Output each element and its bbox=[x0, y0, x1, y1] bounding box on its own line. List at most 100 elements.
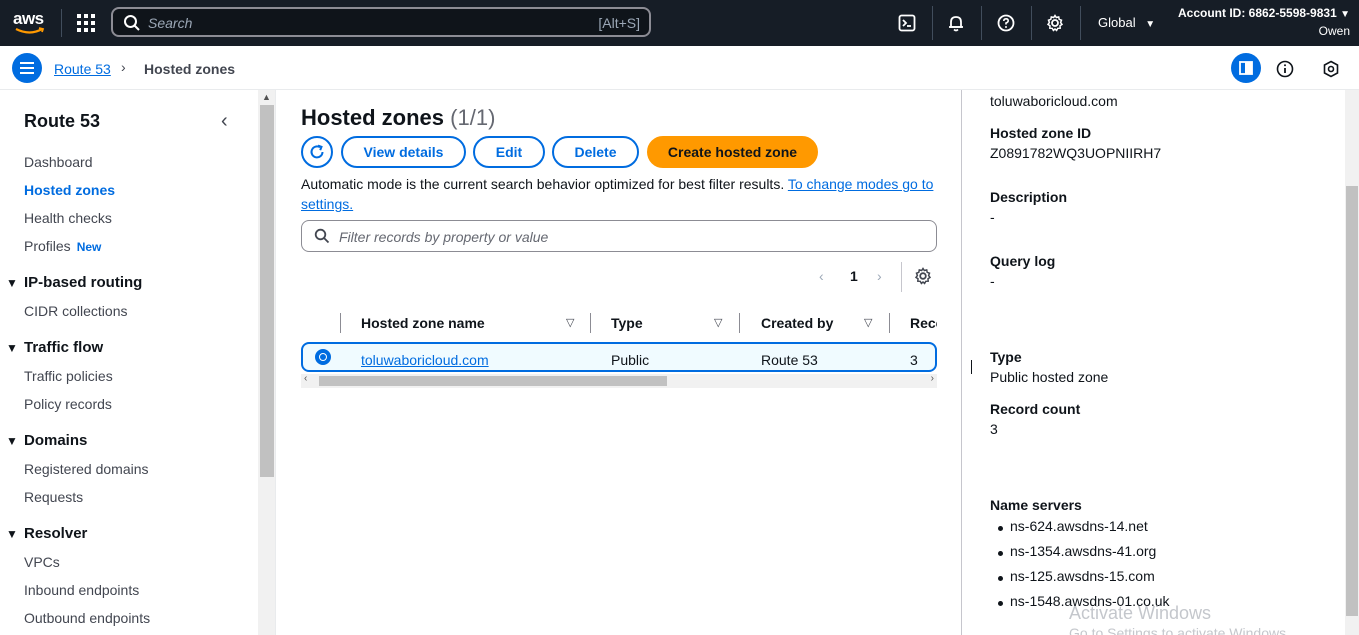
sidebar-section-ip-routing[interactable]: ▼ IP-based routing bbox=[6, 274, 142, 291]
next-page-icon[interactable]: › bbox=[877, 268, 882, 284]
settings-icon[interactable] bbox=[1044, 12, 1066, 34]
security-hub-icon[interactable] bbox=[1316, 56, 1346, 82]
sidebar-item-policy-records[interactable]: Policy records bbox=[24, 396, 112, 412]
help-icon[interactable] bbox=[995, 12, 1017, 34]
divider bbox=[901, 262, 902, 292]
caret-down-icon: ▼ bbox=[6, 276, 18, 290]
page-title-text: Hosted zones bbox=[301, 105, 445, 130]
sidebar-item-registered-domains[interactable]: Registered domains bbox=[24, 461, 149, 477]
column-header-name[interactable]: Hosted zone name bbox=[361, 315, 485, 331]
list-item: ns-624.awsdns-14.net bbox=[990, 518, 1170, 543]
split-panel-icon[interactable] bbox=[1231, 53, 1261, 83]
refresh-icon bbox=[310, 144, 324, 159]
breadcrumb-current: Hosted zones bbox=[144, 61, 236, 77]
page-title: Hosted zones (1/1) bbox=[301, 105, 495, 131]
sidebar-item-outbound-endpoints[interactable]: Outbound endpoints bbox=[24, 610, 150, 626]
refresh-button[interactable] bbox=[301, 136, 333, 168]
services-grid-icon[interactable] bbox=[77, 14, 95, 32]
row-select-radio[interactable] bbox=[315, 349, 331, 365]
name-servers-label: Name servers bbox=[990, 497, 1082, 513]
column-header-type[interactable]: Type bbox=[611, 315, 643, 331]
notifications-icon[interactable] bbox=[945, 12, 967, 34]
details-scrollbar[interactable] bbox=[1345, 90, 1359, 635]
new-badge: New bbox=[76, 240, 102, 254]
aws-logo[interactable]: aws bbox=[12, 9, 48, 37]
cell-created-by: Route 53 bbox=[761, 352, 818, 368]
column-header-record-count[interactable]: Reco bbox=[910, 315, 937, 331]
scroll-up-icon[interactable]: ▲ bbox=[262, 92, 271, 102]
previous-page-icon[interactable]: ‹ bbox=[819, 268, 824, 284]
list-item: ns-1354.awsdns-41.org bbox=[990, 543, 1170, 568]
column-divider bbox=[590, 313, 591, 333]
close-sidebar-icon[interactable]: ‹ bbox=[221, 110, 228, 133]
divider bbox=[932, 6, 933, 40]
filter-placeholder: Filter records by property or value bbox=[339, 229, 549, 245]
watermark-line-1: Activate Windows bbox=[1069, 603, 1212, 623]
create-hosted-zone-button[interactable]: Create hosted zone bbox=[647, 136, 818, 168]
column-header-created-by[interactable]: Created by bbox=[761, 315, 833, 331]
cloudshell-icon[interactable] bbox=[896, 12, 918, 34]
sidebar-item-cidr-collections[interactable]: CIDR collections bbox=[24, 303, 127, 319]
sidebar-section-resolver[interactable]: ▼ Resolver bbox=[6, 525, 87, 542]
sidebar-item-traffic-policies[interactable]: Traffic policies bbox=[24, 368, 113, 384]
sidebar-item-profiles[interactable]: Profiles New bbox=[24, 238, 101, 254]
caret-down-icon: ▼ bbox=[1145, 19, 1156, 30]
page-number[interactable]: 1 bbox=[850, 268, 858, 284]
sidebar-navigation: Route 53 ‹ Dashboard Hosted zones Health… bbox=[0, 90, 258, 635]
breadcrumb-bar: Route 53 › Hosted zones bbox=[0, 46, 1359, 90]
sort-icon[interactable]: ▽ bbox=[864, 316, 872, 329]
hosted-zone-name-link[interactable]: toluwaboricloud.com bbox=[361, 352, 489, 368]
sidebar-item-health-checks[interactable]: Health checks bbox=[24, 210, 112, 226]
scroll-right-icon[interactable]: › bbox=[931, 373, 934, 384]
query-log-value: - bbox=[990, 273, 995, 289]
sidebar-item-hosted-zones[interactable]: Hosted zones bbox=[24, 182, 115, 198]
sidebar-section-domains[interactable]: ▼ Domains bbox=[6, 432, 87, 449]
sidebar-title: Route 53 bbox=[24, 111, 101, 131]
section-label: Resolver bbox=[24, 525, 88, 542]
sidebar-item-dashboard[interactable]: Dashboard bbox=[24, 154, 93, 170]
cell-type: Public bbox=[611, 352, 650, 368]
sidebar-item-requests[interactable]: Requests bbox=[24, 489, 83, 505]
scrollbar-thumb[interactable] bbox=[260, 105, 274, 477]
edit-button[interactable]: Edit bbox=[473, 136, 545, 168]
hosted-zone-details-panel: toluwaboricloud.com Hosted zone ID Z0891… bbox=[990, 90, 1330, 635]
user-name: Owen bbox=[1318, 24, 1350, 38]
nav-menu-button[interactable] bbox=[12, 53, 42, 83]
section-label: Domains bbox=[24, 432, 88, 449]
region-label: Global bbox=[1098, 15, 1136, 30]
filter-records-input[interactable]: Filter records by property or value bbox=[301, 220, 937, 252]
section-label: Traffic flow bbox=[24, 339, 104, 356]
sidebar-section-traffic-flow[interactable]: ▼ Traffic flow bbox=[6, 339, 103, 356]
sidebar-scrollbar[interactable]: ▲ bbox=[258, 90, 276, 635]
selection-count: (1/1) bbox=[450, 105, 496, 130]
description-label: Description bbox=[990, 189, 1068, 205]
table-row[interactable]: toluwaboricloud.com Public Route 53 3 bbox=[301, 342, 937, 372]
table-horizontal-scrollbar[interactable]: ‹ › bbox=[301, 373, 937, 388]
breadcrumb-route53-link[interactable]: Route 53 bbox=[54, 61, 111, 77]
sidebar-item-inbound-endpoints[interactable]: Inbound endpoints bbox=[24, 582, 139, 598]
view-details-button[interactable]: View details bbox=[341, 136, 466, 168]
chevron-right-icon: › bbox=[121, 59, 126, 75]
split-panel-divider[interactable] bbox=[961, 90, 962, 635]
caret-down-icon: ▼ bbox=[1340, 9, 1350, 20]
main-content: Hosted zones (1/1) View details Edit Del… bbox=[277, 90, 961, 635]
description-value: - bbox=[990, 209, 995, 225]
scroll-left-icon[interactable]: ‹ bbox=[304, 373, 307, 384]
info-icon[interactable] bbox=[1270, 56, 1300, 82]
search-icon bbox=[314, 228, 330, 244]
global-search-input[interactable]: Search [Alt+S] bbox=[111, 7, 651, 37]
sidebar-item-vpcs[interactable]: VPCs bbox=[24, 554, 60, 570]
sort-icon[interactable]: ▽ bbox=[566, 316, 574, 329]
divider bbox=[1031, 6, 1032, 40]
delete-button[interactable]: Delete bbox=[552, 136, 639, 168]
scrollbar-thumb[interactable] bbox=[319, 376, 667, 386]
divider bbox=[1080, 6, 1081, 40]
account-menu[interactable]: Account ID: 6862-5598-9831 ▼ Owen bbox=[1178, 5, 1350, 40]
aws-smile-icon bbox=[15, 27, 45, 34]
column-divider bbox=[889, 313, 890, 333]
search-placeholder: Search bbox=[148, 15, 193, 31]
scrollbar-thumb[interactable] bbox=[1346, 186, 1358, 616]
table-settings-icon[interactable] bbox=[914, 267, 932, 288]
sort-icon[interactable]: ▽ bbox=[714, 316, 722, 329]
region-selector[interactable]: Global ▼ bbox=[1098, 15, 1155, 30]
